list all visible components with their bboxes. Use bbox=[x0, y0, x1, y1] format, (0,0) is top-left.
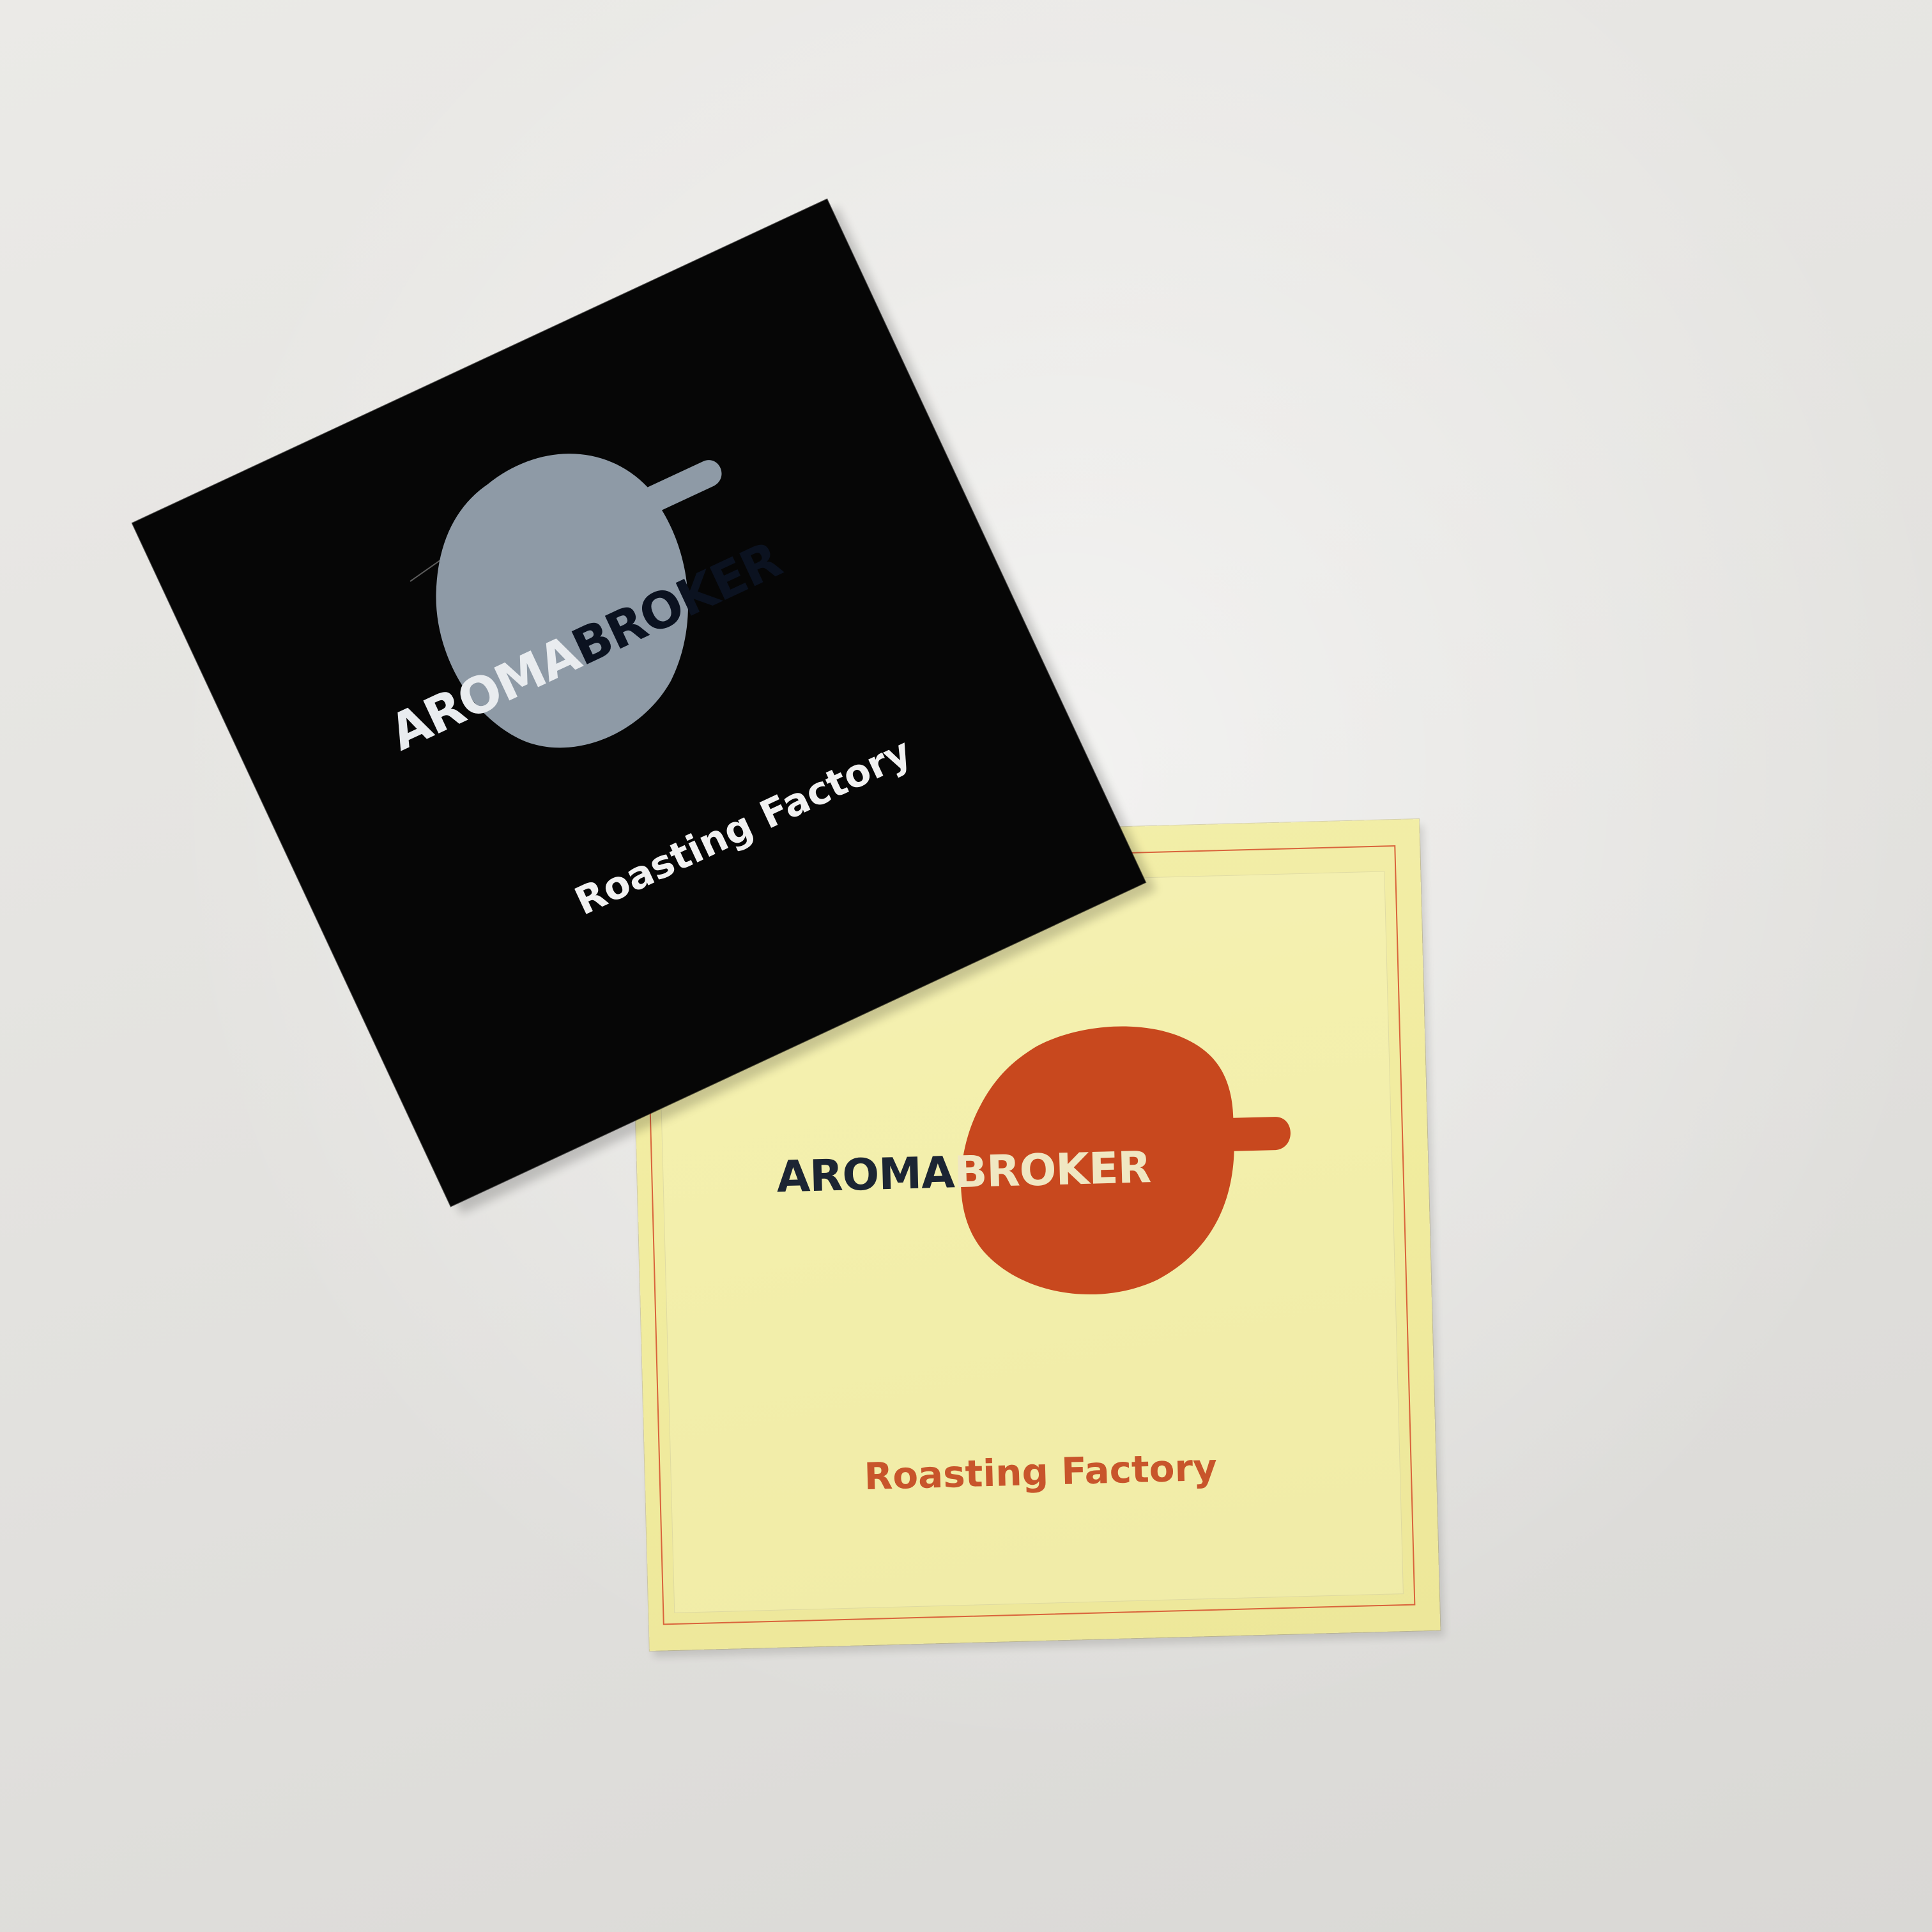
tagline: Roasting Factory bbox=[568, 729, 918, 924]
brand-word-aroma: AROMA bbox=[776, 1147, 955, 1203]
brand-word-broker: BROKER bbox=[953, 1142, 1151, 1199]
brand-logo: AROMABROKER bbox=[776, 1142, 1151, 1202]
